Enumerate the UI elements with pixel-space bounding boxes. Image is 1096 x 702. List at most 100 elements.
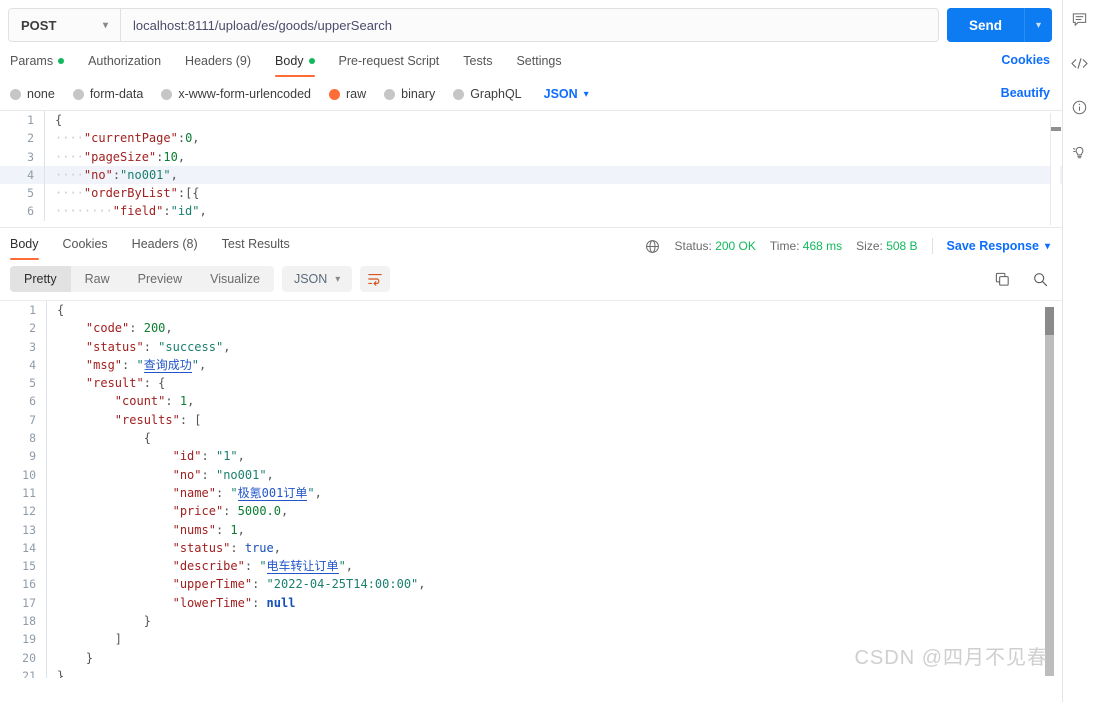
code-text: "price": 5000.0, (172, 504, 289, 519)
code-text: "code": 200, (85, 321, 173, 336)
right-sidebar (1062, 0, 1096, 702)
body-type-none-label: none (27, 87, 55, 101)
response-tab-body[interactable]: Body (10, 233, 39, 260)
postman-window: POST ▾ Send ▾ Params Authorization Heade… (0, 0, 1096, 702)
code-text: "nums": 1, (172, 522, 245, 537)
line-number: 20 (22, 650, 36, 665)
tab-authorization[interactable]: Authorization (88, 50, 161, 77)
code-text: ····"orderByList":[{ (55, 186, 200, 201)
code-line: 17 "lowerTime": null (0, 593, 1062, 613)
line-number: 11 (22, 485, 36, 500)
code-line: 6 ········"field":"id", (0, 202, 1062, 221)
code-line: 12 "price": 5000.0, (0, 502, 1062, 521)
raw-format-select[interactable]: JSON ▾ (544, 87, 589, 101)
response-tab-test-results[interactable]: Test Results (222, 233, 290, 260)
cookies-link[interactable]: Cookies (1001, 53, 1050, 67)
tab-headers[interactable]: Headers (9) (185, 50, 251, 77)
response-tab-cookies[interactable]: Cookies (63, 233, 108, 260)
request-scrollbar-thumb[interactable] (1051, 127, 1061, 131)
modified-dot-icon (308, 58, 315, 64)
view-mode-visualize[interactable]: Visualize (196, 266, 274, 292)
radio-icon (161, 88, 173, 100)
copy-icon[interactable] (992, 269, 1012, 289)
line-number: 10 (22, 467, 36, 482)
code-text: ····"currentPage":0, (55, 131, 200, 146)
response-code-area[interactable]: 1{2 "code": 200, 3 "status": "success", 4 … (0, 301, 1062, 678)
body-type-binary[interactable]: binary (384, 87, 435, 101)
lightbulb-icon[interactable] (1069, 140, 1091, 162)
search-icon[interactable] (1030, 269, 1050, 289)
response-scrollbar-track[interactable] (1045, 307, 1054, 676)
view-mode-pretty[interactable]: Pretty (10, 266, 71, 292)
line-number: 9 (29, 449, 36, 464)
chevron-down-icon: ▾ (335, 273, 341, 285)
tab-settings[interactable]: Settings (516, 50, 561, 77)
url-input[interactable] (121, 9, 938, 41)
code-text: "name": "极氪001订单", (172, 485, 322, 501)
divider (931, 238, 933, 254)
send-button[interactable]: Send (946, 8, 1024, 42)
response-toolbar: Pretty Raw Preview Visualize JSON ▾ (0, 262, 1062, 300)
chevron-down-icon: ▾ (1044, 240, 1050, 252)
view-mode-raw[interactable]: Raw (71, 266, 124, 292)
code-text: "status": true, (172, 540, 281, 555)
line-number: 3 (29, 339, 36, 354)
main-column: POST ▾ Send ▾ Params Authorization Heade… (0, 0, 1062, 702)
beautify-link[interactable]: Beautify (1001, 86, 1050, 100)
response-body-viewer[interactable]: 1{2 "code": 200, 3 "status": "success", 4 … (0, 300, 1062, 678)
code-line: 4 "msg": "查询成功", (0, 355, 1062, 375)
line-number: 12 (22, 504, 36, 519)
send-options-caret-icon[interactable]: ▾ (1024, 8, 1052, 42)
code-line: 13 "nums": 1, (0, 520, 1062, 539)
http-method-select[interactable]: POST ▾ (9, 9, 121, 41)
line-number: 1 (27, 113, 34, 127)
save-response-button[interactable]: Save Response ▾ (947, 239, 1050, 253)
size-label: Size: (856, 239, 883, 253)
radio-icon (453, 88, 465, 100)
body-type-raw[interactable]: raw (329, 87, 366, 101)
request-editor-scrollbar[interactable] (1050, 113, 1061, 225)
view-mode-preview[interactable]: Preview (124, 266, 196, 292)
tab-params[interactable]: Params (10, 50, 65, 77)
line-number: 19 (22, 632, 36, 647)
body-type-graphql[interactable]: GraphQL (453, 87, 522, 101)
code-line: 16 "upperTime": "2022-04-25T14:00:00", (0, 575, 1062, 594)
code-line: 4 ····"no":"no001", (0, 165, 1062, 185)
tab-body[interactable]: Body (275, 50, 315, 77)
code-text: "result": { (85, 376, 166, 391)
size-value: 508 B (886, 239, 918, 253)
line-number: 4 (29, 357, 36, 372)
code-icon[interactable] (1069, 52, 1091, 74)
body-type-form-data[interactable]: form-data (72, 87, 143, 101)
code-line: 10 "no": "no001", (0, 465, 1062, 484)
response-tab-cookies-label: Cookies (62, 236, 108, 251)
response-tabs: Body Cookies Headers (8) Test Results St… (0, 230, 1062, 262)
body-type-urlencoded[interactable]: x-www-form-urlencoded (161, 87, 311, 101)
request-body-editor[interactable]: 1{2 ····"currentPage":0, 3 ····"pageSize":1… (0, 110, 1062, 228)
comment-icon[interactable] (1069, 8, 1091, 30)
code-text: "upperTime": "2022-04-25T14:00:00", (172, 577, 426, 592)
line-number: 15 (22, 559, 36, 574)
wrap-lines-button[interactable] (360, 266, 391, 292)
info-icon[interactable] (1069, 96, 1091, 118)
request-code-area[interactable]: 1{2 ····"currentPage":0, 3 ····"pageSize":1… (0, 111, 1062, 221)
tab-params-label: Params (10, 54, 54, 68)
code-line: 1{ (0, 301, 1062, 320)
line-number: 6 (29, 394, 36, 409)
code-line: 19 ] (0, 630, 1062, 649)
time-group: Time: 468 ms (770, 239, 842, 253)
response-tab-headers[interactable]: Headers (8) (132, 233, 198, 260)
tab-pre-request-script[interactable]: Pre-request Script (339, 50, 440, 77)
line-number: 1 (29, 303, 36, 317)
body-type-none[interactable]: none (10, 87, 55, 101)
code-text: } (143, 614, 151, 629)
code-line: 5 "result": { (0, 374, 1062, 393)
response-scrollbar-thumb[interactable] (1045, 307, 1054, 335)
modified-dot-icon (58, 58, 65, 64)
body-type-binary-label: binary (401, 87, 436, 101)
response-format-select[interactable]: JSON ▾ (281, 266, 353, 292)
tab-tests[interactable]: Tests (463, 50, 492, 77)
response-format-label: JSON (293, 272, 328, 286)
tab-pre-request-script-label: Pre-request Script (338, 54, 440, 68)
code-text: { (57, 303, 65, 317)
